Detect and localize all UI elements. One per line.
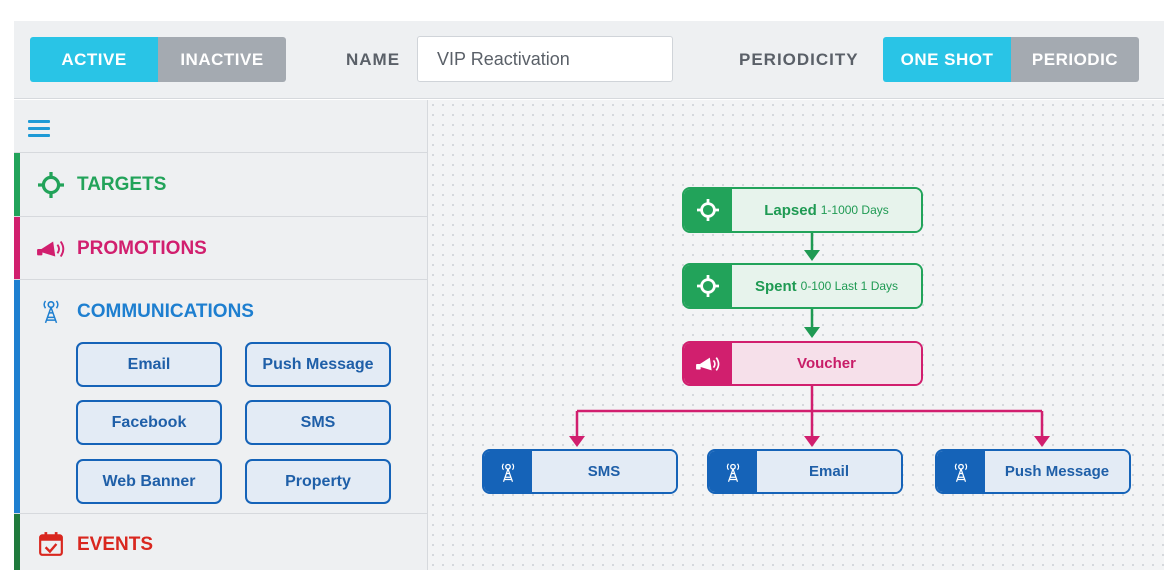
active-toggle-button[interactable]: ACTIVE bbox=[30, 37, 158, 82]
flow-node-email-label: Email bbox=[808, 463, 850, 480]
workflow-canvas[interactable] bbox=[428, 100, 1164, 570]
antenna-tower-icon bbox=[937, 451, 985, 492]
one-shot-toggle-button[interactable]: ONE SHOT bbox=[883, 37, 1011, 82]
flow-node-lapsed[interactable]: Lapsed 1-1000 Days bbox=[682, 187, 923, 233]
sidebar-communications-label: COMMUNICATIONS bbox=[77, 301, 254, 322]
flow-node-push-message-label: Push Message bbox=[1004, 463, 1110, 480]
megaphone-icon bbox=[36, 234, 66, 264]
name-label: NAME bbox=[346, 49, 401, 69]
sidebar-section-events[interactable]: EVENTS bbox=[14, 513, 427, 570]
periodicity-toggle: ONE SHOT PERIODIC bbox=[883, 37, 1139, 82]
campaign-name-input[interactable]: VIP Reactivation bbox=[417, 36, 673, 82]
flow-node-spent-detail: 0-100 Last 1 Days bbox=[800, 279, 899, 293]
comm-button-facebook[interactable]: Facebook bbox=[76, 400, 222, 445]
antenna-tower-icon bbox=[484, 451, 532, 492]
flow-node-spent-label: Spent bbox=[754, 277, 797, 295]
megaphone-icon bbox=[684, 343, 732, 384]
flow-node-lapsed-detail: 1-1000 Days bbox=[820, 203, 889, 217]
flow-node-email[interactable]: Email bbox=[707, 449, 903, 494]
flow-node-push-message[interactable]: Push Message bbox=[935, 449, 1131, 494]
campaign-header: ACTIVE INACTIVE NAME VIP Reactivation PE… bbox=[14, 21, 1164, 99]
flow-node-sms-label: SMS bbox=[587, 463, 621, 480]
flow-node-spent[interactable]: Spent 0-100 Last 1 Days bbox=[682, 263, 923, 309]
sidebar-targets-label: TARGETS bbox=[77, 174, 167, 195]
sidebar-promotions-label: PROMOTIONS bbox=[77, 238, 207, 259]
status-toggle: ACTIVE INACTIVE bbox=[30, 37, 286, 82]
comm-button-web-banner[interactable]: Web Banner bbox=[76, 459, 222, 504]
crosshair-icon bbox=[684, 189, 732, 231]
hamburger-menu-icon[interactable] bbox=[28, 120, 50, 138]
sidebar-section-communications: COMMUNICATIONS Email Push Message Facebo… bbox=[14, 279, 427, 513]
crosshair-icon bbox=[684, 265, 732, 307]
comm-button-property[interactable]: Property bbox=[245, 459, 391, 504]
flow-node-lapsed-label: Lapsed bbox=[764, 201, 817, 219]
antenna-tower-icon bbox=[709, 451, 757, 492]
comm-button-email[interactable]: Email bbox=[76, 342, 222, 387]
sidebar: TARGETS PROMOTIONS COMMUNICATIONS Email … bbox=[14, 100, 428, 570]
sidebar-section-promotions[interactable]: PROMOTIONS bbox=[14, 216, 427, 279]
sidebar-events-label: EVENTS bbox=[77, 534, 154, 555]
calendar-check-icon bbox=[36, 529, 66, 559]
comm-button-sms[interactable]: SMS bbox=[245, 400, 391, 445]
antenna-tower-icon bbox=[36, 296, 66, 326]
flow-node-voucher-label: Voucher bbox=[797, 355, 856, 372]
flow-node-sms[interactable]: SMS bbox=[482, 449, 678, 494]
periodicity-label: PERIODICITY bbox=[739, 49, 859, 69]
periodic-toggle-button[interactable]: PERIODIC bbox=[1011, 37, 1139, 82]
sidebar-section-targets[interactable]: TARGETS bbox=[14, 152, 427, 216]
crosshair-icon bbox=[36, 170, 66, 200]
flow-node-voucher[interactable]: Voucher bbox=[682, 341, 923, 386]
inactive-toggle-button[interactable]: INACTIVE bbox=[158, 37, 286, 82]
comm-button-push-message[interactable]: Push Message bbox=[245, 342, 391, 387]
